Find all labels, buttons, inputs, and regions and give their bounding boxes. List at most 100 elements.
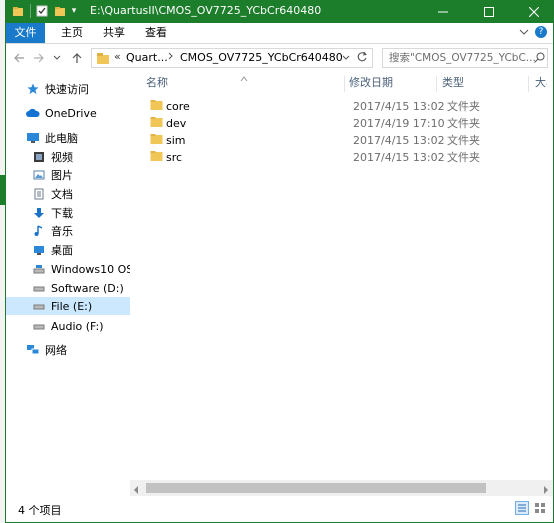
back-button[interactable]	[12, 50, 26, 66]
search-input[interactable]: 搜索"CMOS_OV7725_YCbC...	[382, 48, 548, 68]
star-icon	[26, 82, 40, 96]
scrollbar-thumb[interactable]	[146, 483, 486, 493]
video-icon	[32, 150, 46, 164]
drive-icon	[32, 281, 46, 295]
file-date: 2017/4/15 13:02	[353, 100, 445, 113]
explorer-window: ▾ E:\QuartusII\CMOS_OV7725_YCbCr640480 文…	[5, 0, 554, 523]
sidebar-item-onedrive[interactable]: OneDrive	[6, 104, 150, 122]
address-overflow-chevron[interactable]: «	[114, 50, 121, 63]
details-view-button[interactable]	[515, 501, 529, 515]
customize-toolbar-icon[interactable]: ▾	[70, 4, 78, 18]
up-button[interactable]	[70, 50, 84, 66]
file-row[interactable]: sim 2017/4/15 13:02 文件夹	[140, 132, 540, 149]
folder-icon	[12, 4, 24, 18]
tab-share[interactable]: 共享	[96, 23, 132, 43]
pictures-icon	[32, 168, 46, 182]
folder-icon	[96, 51, 110, 68]
file-name: src	[166, 151, 183, 164]
recent-locations-icon[interactable]	[52, 50, 62, 66]
sidebar-item-label: 下载	[51, 207, 73, 220]
refresh-icon[interactable]	[356, 51, 368, 66]
sidebar-item-label: 网络	[45, 344, 67, 357]
sidebar-item-label: 快速访问	[45, 83, 89, 96]
sidebar-item-label: 视频	[51, 151, 73, 164]
large-icons-view-button[interactable]	[533, 501, 547, 515]
folder-icon	[150, 150, 163, 167]
file-name: sim	[166, 134, 186, 147]
status-bar: 4 个项目	[6, 496, 553, 522]
navigation-pane: 快速访问 OneDrive 此电脑 视频 图片 文档 下载 音乐 桌面 Wind…	[6, 72, 156, 496]
file-row[interactable]: src 2017/4/15 13:02 文件夹	[140, 149, 540, 166]
file-date: 2017/4/15 13:02	[353, 151, 445, 164]
close-button[interactable]	[514, 0, 554, 23]
column-header-date[interactable]: 修改日期	[349, 72, 393, 94]
column-header-type[interactable]: 类型	[442, 72, 464, 94]
column-header-size[interactable]: 大小	[535, 72, 547, 94]
network-icon	[26, 343, 40, 357]
file-type: 文件夹	[447, 151, 480, 164]
drive-icon	[32, 262, 46, 276]
file-row[interactable]: core 2017/4/15 13:02 文件夹	[140, 98, 540, 115]
tab-view[interactable]: 查看	[138, 23, 174, 43]
ribbon-tabs: 文件 主页 共享 查看 ?	[6, 23, 553, 44]
item-count: 4 个项目	[18, 504, 62, 517]
file-type: 文件夹	[447, 117, 480, 130]
sidebar-item-this-pc[interactable]: 此电脑	[6, 129, 150, 147]
sidebar-item-network[interactable]: 网络	[6, 341, 150, 359]
computer-icon	[26, 131, 40, 145]
column-header-name[interactable]: 名称	[146, 72, 168, 94]
address-toolbar: « Quart... CMOS_OV7725_YCbCr640480 搜索"CM…	[6, 44, 553, 72]
sidebar-item-label: 桌面	[51, 244, 73, 257]
search-icon[interactable]	[534, 52, 545, 66]
file-list: 名称 修改日期 类型 大小 core 2017/4/15 13:02 文件夹 d…	[130, 72, 553, 496]
sidebar-item-label: File (E:)	[51, 299, 93, 313]
help-icon[interactable]: ?	[535, 26, 547, 38]
address-bar[interactable]: « Quart... CMOS_OV7725_YCbCr640480	[91, 48, 373, 68]
chevron-down-icon[interactable]	[342, 52, 350, 65]
sidebar-item-quick-access[interactable]: 快速访问	[6, 80, 150, 98]
desktop-icon	[32, 243, 46, 257]
separator	[30, 4, 31, 18]
breadcrumb-current[interactable]: CMOS_OV7725_YCbCr640480	[180, 51, 343, 64]
file-row[interactable]: dev 2017/4/19 17:10 文件夹	[140, 115, 540, 132]
forward-button[interactable]	[32, 50, 46, 66]
window-title: E:\QuartusII\CMOS_OV7725_YCbCr640480	[90, 4, 322, 17]
chevron-down-icon[interactable]	[519, 27, 529, 40]
music-icon	[32, 224, 46, 238]
folder-icon	[150, 133, 163, 150]
folder-icon	[150, 116, 163, 133]
sidebar-item-label: 图片	[51, 169, 73, 182]
column-separator[interactable]	[528, 76, 529, 92]
file-type: 文件夹	[447, 134, 480, 147]
cloud-icon	[26, 106, 40, 120]
file-name: dev	[166, 117, 187, 130]
sidebar-item-label: Software (D:)	[51, 281, 124, 295]
new-folder-icon[interactable]	[54, 4, 66, 18]
drive-icon	[32, 299, 46, 313]
documents-icon	[32, 187, 46, 201]
file-name: core	[166, 100, 190, 113]
sidebar-item-label: 此电脑	[45, 132, 78, 145]
column-separator[interactable]	[344, 76, 345, 92]
file-date: 2017/4/19 17:10	[353, 117, 445, 130]
file-type: 文件夹	[447, 100, 480, 113]
horizontal-scrollbar[interactable]	[130, 480, 553, 496]
properties-icon[interactable]	[36, 4, 48, 18]
sidebar-item-label: 文档	[51, 188, 73, 201]
title-bar[interactable]: ▾ E:\QuartusII\CMOS_OV7725_YCbCr640480	[6, 0, 553, 23]
folder-icon	[150, 99, 163, 116]
sort-ascending-icon	[240, 72, 248, 85]
column-separator[interactable]	[436, 76, 437, 92]
sidebar-item-label: 音乐	[51, 225, 73, 238]
download-icon	[32, 206, 46, 220]
minimize-button[interactable]	[423, 0, 463, 23]
maximize-button[interactable]	[469, 0, 509, 23]
tab-file[interactable]: 文件	[6, 23, 45, 43]
sidebar-item-label: OneDrive	[45, 106, 97, 120]
breadcrumb-parent[interactable]: Quart...	[126, 51, 168, 64]
sidebar-item-label: Audio (F:)	[51, 319, 104, 333]
chevron-right-icon[interactable]	[167, 50, 175, 65]
file-date: 2017/4/15 13:02	[353, 134, 445, 147]
drive-icon	[32, 319, 46, 333]
tab-home[interactable]: 主页	[54, 23, 90, 43]
